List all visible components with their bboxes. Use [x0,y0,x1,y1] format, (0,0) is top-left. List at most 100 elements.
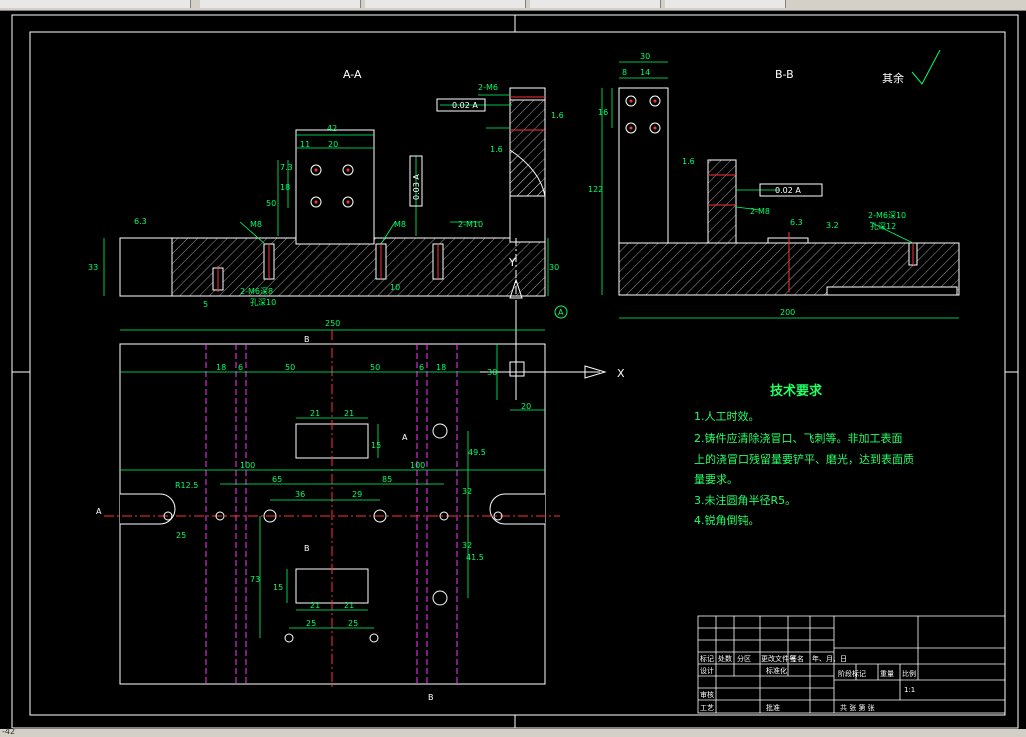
tech-item-5: 3.未注圆角半径R5。 [694,493,796,507]
label-2-m6-depth10: 2-M6深10 [868,211,906,220]
roughness-6-3-b: 6.3 [790,218,803,227]
roughness-note: 其余 [882,71,904,85]
tech-item-4: 量要求。 [694,473,738,486]
dim-15-a: 15 [371,441,381,450]
dim-25-b: 25 [348,619,358,628]
section-b-top: B [304,335,310,344]
dim-20: 20 [328,140,338,149]
roughness-1-6-b: 1.6 [490,145,503,154]
dim-85: 85 [382,475,392,484]
view-bb-title: B-B [775,68,794,81]
technical-requirements: 技术要求 1.人工时效。 2.铸件应清除浇冒口、飞刺等。非加工表面 上的浇冒口残… [694,383,914,527]
dim-29: 29 [352,490,362,499]
section-a-right: A [402,433,408,442]
tab-5[interactable] [665,0,786,8]
cad-drawing-canvas[interactable]: A-A 42 11 20 7.3 18 50 33 5 10 30 M8 M8 … [0,10,1026,729]
dim-32-b: 32 [462,541,472,550]
dim-33: 33 [88,263,98,272]
dim-50-b: 50 [370,363,380,372]
dim-122: 122 [588,185,603,194]
tech-title: 技术要求 [770,383,823,399]
svg-text:标记: 标记 [700,654,714,663]
tolerance-par-1: 0.03 A [412,174,421,200]
dim-25: 25 [176,531,186,540]
dim-21-c: 21 [310,601,320,610]
dim-15-b: 15 [273,583,283,592]
label-2-m10: 2-M10 [458,220,483,229]
svg-text:工艺: 工艺 [700,704,714,712]
dim-100-b: 100 [410,461,425,470]
coords-readout: -42 [2,727,16,736]
dim-42: 42 [327,124,337,133]
x-axis-label: X [617,367,625,380]
svg-text:设计: 设计 [700,666,714,675]
section-b-bottom: B [428,693,434,702]
dim-11: 11 [300,140,310,149]
datum-a: A [558,308,564,317]
dim-5: 5 [203,300,208,309]
tab-4[interactable] [530,0,661,8]
view-aa-title: A-A [343,68,362,81]
label-hole-depth: 孔深10 [250,298,276,307]
svg-text:年、月、日: 年、月、日 [812,654,847,663]
dim-100-a: 100 [240,461,255,470]
view-a-a: A-A 42 11 20 7.3 18 50 33 5 10 30 M8 M8 … [88,68,568,319]
bb-rib [707,159,737,244]
roughness-1-6-c: 1.6 [682,157,695,166]
dim-18-a: 18 [216,363,226,372]
svg-text:比例: 比例 [902,669,916,678]
dim-8: 8 [622,68,627,77]
aa-base-section [119,237,546,297]
top-view: X 250 18 6 50 50 6 18 30 20 21 21 15 49.… [96,300,625,702]
dim-49-5: 49.5 [468,448,486,457]
dim-21-d: 21 [344,601,354,610]
view-b-b: B-B 其余 30 8 14 16 122 200 2-M8 2-M6深10 孔… [588,49,960,319]
dim-21-a: 21 [310,409,320,418]
dim-30: 30 [549,263,559,272]
y-axis-label: Y [508,256,516,269]
dim-6-b: 6 [419,363,424,372]
dim-25-a: 25 [306,619,316,628]
label-hole-depth12: 孔深12 [870,222,896,231]
svg-text:重量: 重量 [880,670,894,678]
dim-6-a: 6 [238,363,243,372]
dim-18: 18 [280,183,290,192]
svg-text:签名: 签名 [790,654,804,663]
tech-item-3: 上的浇冒口残留量要铲平、磨光，达到表面质 [694,452,914,466]
svg-text:标准化: 标准化 [766,666,787,675]
svg-text:审核: 审核 [700,690,714,699]
dim-20-b: 20 [521,402,531,411]
label-m8-b: M8 [394,220,406,229]
label-2-m8: 2-M8 [750,207,770,216]
svg-text:1:1: 1:1 [904,686,915,694]
dim-30-c: 30 [487,368,497,377]
roughness-1-6-a: 1.6 [551,111,564,120]
tab-3[interactable] [365,0,526,8]
dim-21-b: 21 [344,409,354,418]
tab-2[interactable] [200,0,361,8]
title-block-text: 标记 处数 分区 更改文件号 签名 年、月、日 设计 标准化 审核 工艺 批准 … [700,654,916,712]
svg-text:阶段标记: 阶段标记 [838,669,866,678]
section-a-left: A [96,507,102,516]
tolerance-perp-2: 0.02 A [775,186,801,195]
dim-30-b: 30 [640,52,650,61]
label-2-m6-depth: 2-M6深8 [240,287,273,296]
dim-36: 36 [295,490,305,499]
roughness-6-3-a: 6.3 [134,217,147,226]
dim-73: 73 [250,575,260,584]
dim-14: 14 [640,68,650,77]
tab-1[interactable] [0,0,191,8]
dim-250: 250 [325,319,340,328]
dim-r12-5: R12.5 [175,481,198,490]
dim-65: 65 [272,475,282,484]
dim-10: 10 [390,283,400,292]
tech-item-1: 1.人工时效。 [694,409,760,423]
dim-16: 16 [598,108,608,117]
dim-41-5: 41.5 [466,553,484,562]
dim-7-3: 7.3 [280,163,293,172]
tolerance-perp-1: 0.02 A [452,101,478,110]
dim-200: 200 [780,308,795,317]
title-block [697,615,1006,714]
roughness-3-2: 3.2 [826,221,839,230]
dim-50-a: 50 [285,363,295,372]
